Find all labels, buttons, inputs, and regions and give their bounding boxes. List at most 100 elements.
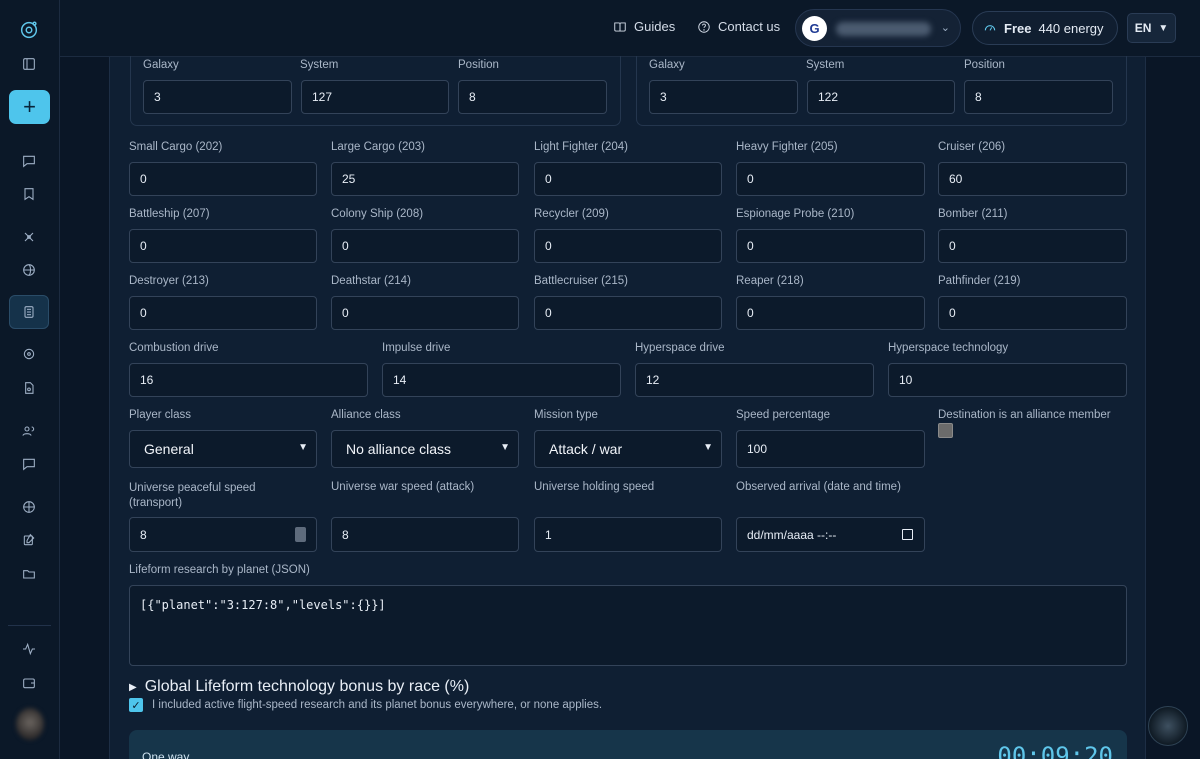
ship-label: Colony Ship (208) — [331, 208, 424, 220]
tools-icon[interactable] — [18, 226, 40, 248]
ship-input[interactable]: 0 — [938, 296, 1127, 330]
ship-input[interactable]: 0 — [736, 162, 925, 196]
lifeform-bonus-summary: Global Lifeform technology bonus by race… — [144, 678, 470, 695]
dest-system-input[interactable]: 122 — [807, 80, 955, 114]
caret-right-icon: ▶ — [129, 681, 137, 693]
peaceful-speed-label: Universe peaceful speed (transport) — [129, 482, 256, 509]
player-class-label: Player class — [129, 409, 191, 421]
ship-input[interactable]: 0 — [534, 162, 722, 196]
ship-input[interactable]: 0 — [736, 296, 925, 330]
contact-label: Contact us — [718, 19, 781, 34]
alliance-member-checkbox[interactable] — [938, 423, 953, 438]
ship-input[interactable]: 0 — [331, 229, 519, 263]
lifeform-bonus-toggle[interactable]: ▶ Global Lifeform technology bonus by ra… — [129, 678, 469, 696]
calculator-icon[interactable] — [18, 301, 40, 323]
arrival-datetime-input[interactable]: dd/mm/aaaa --:-- — [736, 517, 925, 552]
drive-label: Hyperspace technology — [888, 342, 1009, 354]
player-class-select[interactable]: General ▼ — [129, 430, 317, 468]
ship-input[interactable]: 0 — [129, 296, 317, 330]
ship-label: Heavy Fighter (205) — [736, 141, 838, 153]
drive-label: Impulse drive — [382, 342, 451, 354]
lifeform-json-textarea[interactable]: [{"planet":"3:127:8","levels":{}}] — [129, 585, 1127, 666]
ship-label: Pathfinder (219) — [938, 275, 1021, 287]
holding-speed-input[interactable]: 1 — [534, 517, 722, 552]
origin-position-input[interactable]: 8 — [458, 80, 607, 114]
ship-input[interactable]: 60 — [938, 162, 1127, 196]
peaceful-speed-value: 8 — [140, 527, 147, 542]
help-circle-icon — [698, 20, 710, 33]
dest-galaxy-input[interactable]: 3 — [649, 80, 798, 114]
app-logo-icon[interactable] — [18, 19, 40, 41]
drive-input[interactable]: 12 — [635, 363, 874, 397]
ship-label: Battlecruiser (215) — [534, 275, 628, 287]
ship-input[interactable]: 0 — [736, 229, 925, 263]
number-spinner[interactable] — [295, 527, 306, 542]
globe-icon[interactable] — [18, 259, 40, 281]
ship-input[interactable]: 0 — [331, 296, 519, 330]
top-bar: Guides Contact us G ⌄ Free 440 energy EN… — [60, 0, 1200, 57]
ship-label: Light Fighter (204) — [534, 141, 628, 153]
ship-input[interactable]: 0 — [129, 162, 317, 196]
war-speed-input[interactable]: 8 — [331, 517, 519, 552]
toggle-sidebar-icon[interactable] — [18, 53, 40, 75]
energy-badge[interactable]: Free 440 energy — [972, 11, 1118, 45]
drive-input[interactable]: 10 — [888, 363, 1127, 397]
lifeform-label: Lifeform research by planet (JSON) — [129, 564, 310, 576]
blurred-username — [836, 22, 931, 36]
chevron-down-icon: ▼ — [500, 442, 510, 453]
chevron-down-icon: ▼ — [703, 442, 713, 453]
assistant-bubble-icon[interactable] — [1148, 706, 1188, 746]
dest-position-input[interactable]: 8 — [964, 80, 1113, 114]
origin-galaxy-input[interactable]: 3 — [143, 80, 292, 114]
users-icon[interactable] — [18, 420, 40, 442]
contact-link[interactable]: Contact us — [697, 19, 780, 34]
ship-input[interactable]: 0 — [534, 296, 722, 330]
new-button[interactable]: + — [9, 90, 50, 124]
ship-label: Large Cargo (203) — [331, 141, 425, 153]
ship-label: Destroyer (213) — [129, 275, 209, 287]
ship-label: Espionage Probe (210) — [736, 208, 855, 220]
check-icon[interactable]: ✓ — [129, 698, 143, 712]
drive-input[interactable]: 16 — [129, 363, 368, 397]
confirm-text: I included active flight-speed research … — [152, 699, 603, 711]
energy-amount: 440 energy — [1038, 20, 1104, 36]
ship-input[interactable]: 0 — [938, 229, 1127, 263]
ship-input[interactable]: 0 — [534, 229, 722, 263]
flight-research-confirm[interactable]: ✓ I included active flight-speed researc… — [129, 698, 602, 712]
sidebar: + — [0, 0, 60, 759]
activity-icon[interactable] — [18, 638, 40, 660]
folder-icon[interactable] — [18, 563, 40, 585]
document-icon[interactable] — [18, 377, 40, 399]
drive-label: Hyperspace drive — [635, 342, 725, 354]
bookmark-icon[interactable] — [18, 183, 40, 205]
orbit-icon[interactable] — [18, 343, 40, 365]
wallet-icon[interactable] — [18, 672, 40, 694]
message-icon[interactable] — [18, 453, 40, 475]
mission-type-label: Mission type — [534, 409, 598, 421]
holding-speed-label: Universe holding speed — [534, 481, 655, 493]
origin-position-label: Position — [458, 59, 499, 71]
world-icon[interactable] — [18, 496, 40, 518]
origin-system-input[interactable]: 127 — [301, 80, 449, 114]
peaceful-speed-input[interactable]: 8 — [129, 517, 317, 552]
chevron-down-icon: ▼ — [1158, 22, 1169, 34]
user-menu-button[interactable]: G ⌄ — [795, 9, 961, 47]
ship-label: Reaper (218) — [736, 275, 804, 287]
calendar-icon[interactable] — [902, 529, 913, 540]
avatar[interactable] — [16, 708, 44, 740]
dest-system-label: System — [806, 59, 845, 71]
speed-percentage-input[interactable]: 100 — [736, 430, 925, 468]
language-select[interactable]: EN ▼ — [1127, 13, 1176, 43]
guides-link[interactable]: Guides — [613, 19, 675, 34]
ship-input[interactable]: 25 — [331, 162, 519, 196]
ship-label: Deathstar (214) — [331, 275, 411, 287]
ship-input[interactable]: 0 — [129, 229, 317, 263]
mission-type-select[interactable]: Attack / war ▼ — [534, 430, 722, 468]
google-avatar: G — [802, 16, 827, 41]
player-class-value: General — [144, 441, 194, 457]
drive-label: Combustion drive — [129, 342, 219, 354]
chat-icon[interactable] — [18, 150, 40, 172]
edit-icon[interactable] — [18, 529, 40, 551]
drive-input[interactable]: 14 — [382, 363, 621, 397]
alliance-class-select[interactable]: No alliance class ▼ — [331, 430, 519, 468]
